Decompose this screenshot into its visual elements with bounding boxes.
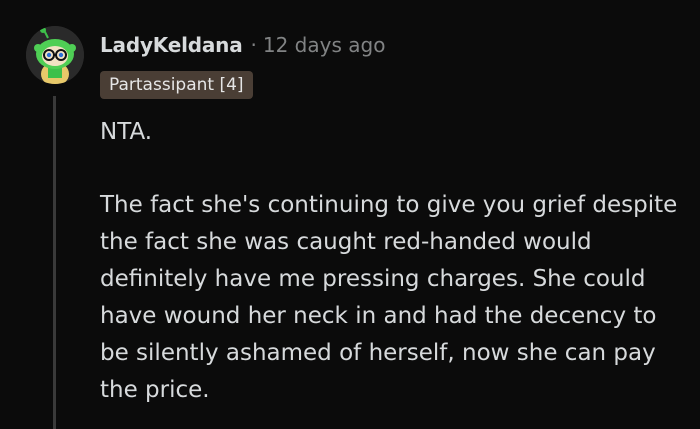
snoo-avatar-icon — [26, 26, 84, 84]
comment-meta: LadyKeldana · 12 days ago — [100, 33, 385, 63]
comment-body: NTA. The fact she's continuing to give y… — [100, 114, 690, 409]
user-flair-badge: Partassipant [4] — [100, 71, 253, 99]
meta-separator: · — [250, 33, 257, 57]
thread-collapse-line[interactable] — [53, 96, 56, 429]
comment-paragraph: The fact she's continuing to give you gr… — [100, 192, 678, 403]
comment-paragraph: NTA. — [100, 119, 153, 145]
user-avatar[interactable] — [26, 26, 84, 84]
author-username[interactable]: LadyKeldana — [100, 33, 243, 57]
comment: LadyKeldana · 12 days ago Partassipant [… — [0, 0, 700, 429]
comment-timestamp[interactable]: 12 days ago — [263, 33, 386, 57]
